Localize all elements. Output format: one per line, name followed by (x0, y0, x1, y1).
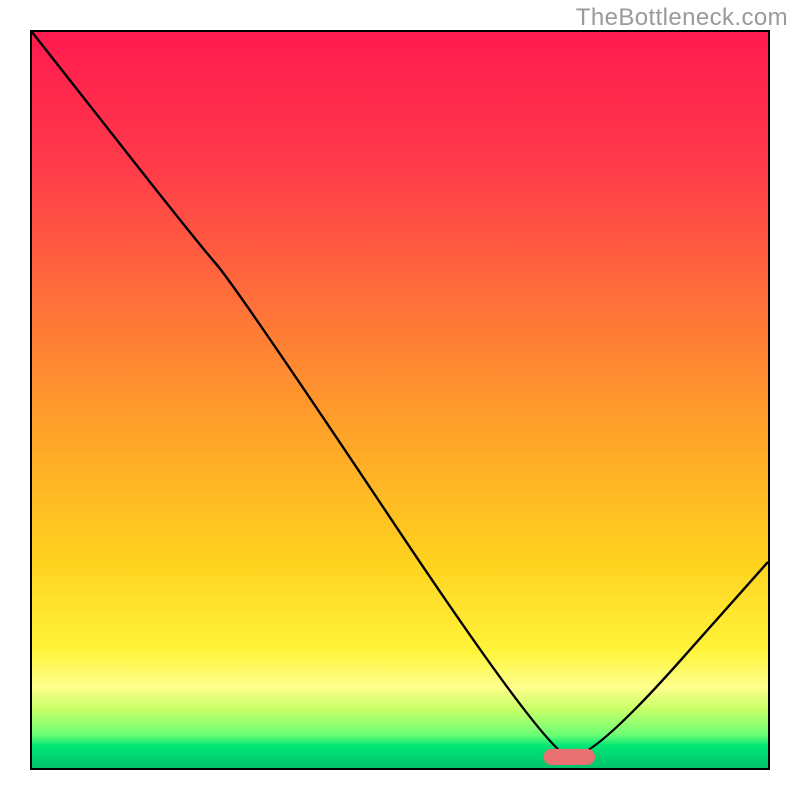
curve-overlay (32, 32, 768, 768)
watermark-text: TheBottleneck.com (576, 4, 788, 32)
chart-container: TheBottleneck.com (0, 0, 800, 800)
plot-area (30, 30, 770, 770)
bottleneck-curve (32, 32, 768, 757)
optimal-marker (544, 749, 596, 765)
